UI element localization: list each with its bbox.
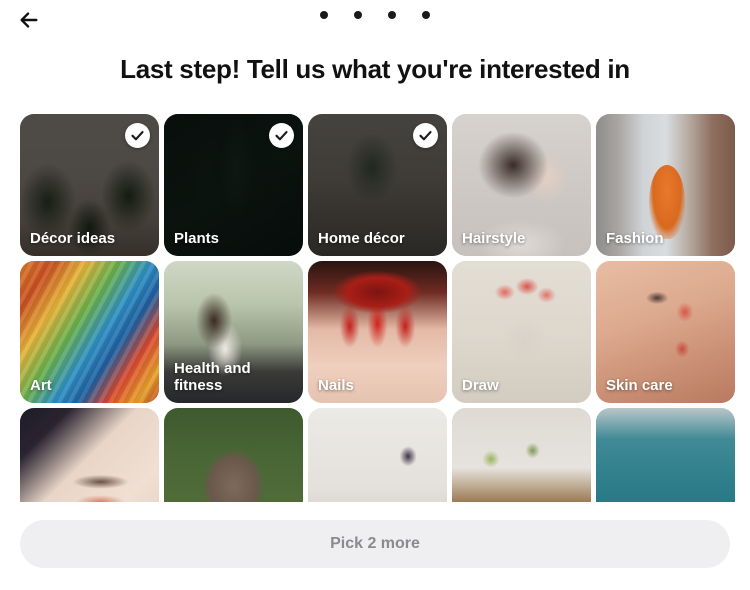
tile-image xyxy=(164,261,303,403)
tile-image xyxy=(20,261,159,403)
interest-tile[interactable]: Nails xyxy=(308,261,447,403)
interest-tile[interactable]: Plants xyxy=(164,114,303,256)
interest-tile[interactable]: Art xyxy=(20,261,159,403)
interest-tile[interactable]: Home décor xyxy=(308,114,447,256)
tile-image xyxy=(596,261,735,403)
bottom-bar: Pick 2 more xyxy=(0,502,750,590)
tile-image xyxy=(596,114,735,256)
interest-tile[interactable]: Draw xyxy=(452,261,591,403)
progress-dot-1 xyxy=(320,11,328,19)
interest-tile[interactable]: Fashion xyxy=(596,114,735,256)
check-icon xyxy=(269,123,294,148)
tile-image xyxy=(308,261,447,403)
interest-tile[interactable]: Décor ideas xyxy=(20,114,159,256)
top-bar xyxy=(0,0,750,40)
progress-dot-3 xyxy=(388,11,396,19)
check-icon xyxy=(413,123,438,148)
pick-more-button[interactable]: Pick 2 more xyxy=(20,520,730,568)
interest-tile[interactable]: Hairstyle xyxy=(452,114,591,256)
interest-tile[interactable]: Health and fitness xyxy=(164,261,303,403)
back-button[interactable] xyxy=(12,4,46,36)
page-title: Last step! Tell us what you're intereste… xyxy=(120,54,630,84)
interest-tile[interactable]: Skin care xyxy=(596,261,735,403)
check-icon xyxy=(125,123,150,148)
tile-image xyxy=(452,261,591,403)
progress-dot-4 xyxy=(422,11,430,19)
tile-image xyxy=(452,114,591,256)
interest-grid: Décor ideas Plants Home décor Hairstyle Fash… xyxy=(20,114,737,550)
progress-dots xyxy=(0,11,750,19)
progress-dot-2 xyxy=(354,11,362,19)
